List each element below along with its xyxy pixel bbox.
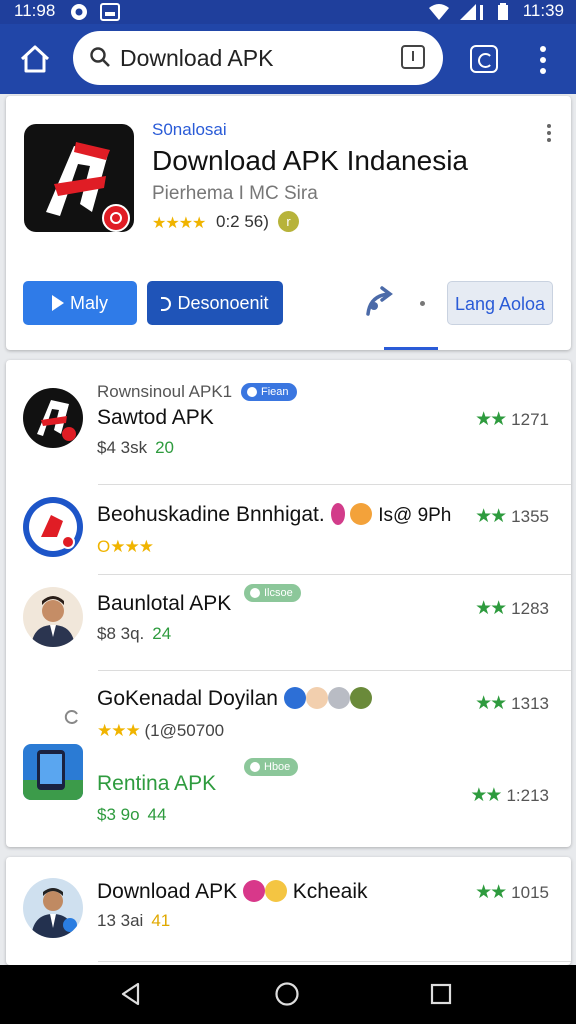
browser-toolbar: Download APK: [0, 24, 576, 94]
image-icon: [100, 3, 120, 21]
install-button[interactable]: Maly: [23, 281, 137, 325]
list-item-category: Rownsinoul APK1: [97, 382, 233, 401]
featured-app-card: S0nalosai Download APK Indanesia Pierhem…: [6, 96, 571, 350]
app-title: Download APK Indanesia: [152, 145, 468, 176]
app-logo: [23, 744, 83, 800]
list-item-score: ★★ 1015: [475, 882, 549, 903]
recents-icon[interactable]: [428, 981, 454, 1007]
status-bar: 11:98 11:39: [0, 0, 576, 24]
divider: [98, 574, 571, 575]
emoji-icon: [327, 687, 350, 709]
download-label: Desonoenit: [177, 293, 269, 313]
card-menu-icon[interactable]: [547, 124, 553, 142]
list-item-meta: $4 3sk 20: [97, 438, 175, 457]
play-icon: [51, 295, 64, 311]
app-list-secondary: Download APK Kcheaik 13 3ai 41 ★★ 1015: [6, 857, 571, 965]
download-button[interactable]: Desonoenit: [147, 281, 283, 325]
list-item-title: Download APK Kcheaik: [97, 880, 368, 903]
refresh-icon: [64, 710, 78, 724]
emoji-icon: [283, 687, 306, 709]
avatar: [23, 878, 83, 938]
system-nav-bar: [0, 965, 576, 1024]
back-icon[interactable]: [118, 981, 144, 1007]
install-label: Maly: [69, 293, 108, 313]
status-time-left: 11:98: [14, 1, 56, 20]
list-item-title: Baunlotal APK: [97, 592, 232, 615]
search-bar[interactable]: Download APK: [73, 31, 443, 85]
list-item-title: Sawtod APK: [97, 406, 214, 429]
home-icon[interactable]: [18, 42, 52, 76]
divider: [98, 961, 571, 962]
emoji-icon: [242, 880, 265, 902]
separator-dot: [420, 301, 425, 306]
list-item-title: GoKenadal Doyilan: [97, 687, 372, 711]
emoji-icon: [264, 880, 287, 902]
divider: [98, 670, 571, 671]
list-item-meta: 13 3ai 41: [97, 911, 171, 930]
status-badge: Ilcsoe: [244, 584, 301, 602]
search-query[interactable]: Download APK: [120, 45, 273, 72]
rating-count: 0:2 56): [216, 212, 269, 231]
rating-badge: r: [278, 211, 299, 232]
list-item-meta: $3 9o 44: [97, 805, 167, 824]
notification-icon: [71, 4, 87, 20]
app-logo: [23, 497, 83, 557]
app-logo[interactable]: [24, 124, 134, 232]
home-nav-icon[interactable]: [274, 981, 300, 1007]
battery-icon: [498, 3, 508, 20]
more-menu-icon[interactable]: [535, 46, 551, 74]
emoji-icon: [350, 503, 373, 525]
list-item-meta: $8 3q. 24: [97, 624, 172, 643]
emoji-icon: [349, 687, 372, 709]
language-button[interactable]: Lang Aoloa: [447, 281, 553, 325]
list-item-score: ★★ 1355: [475, 506, 549, 527]
list-item-rating: O★★★: [97, 537, 154, 556]
list-item-rating: ★★★ (1@50700: [97, 721, 225, 740]
list-item-score: ★★ 1271: [475, 409, 549, 430]
status-time-right: 11:39: [522, 1, 564, 20]
divider: [98, 484, 571, 485]
status-badge: Hboe: [244, 758, 299, 776]
list-item-score: ★★ 1313: [475, 693, 549, 714]
emoji-icon: [330, 503, 345, 525]
list-item-score: ★★ 1283: [475, 598, 549, 619]
list-item-score: ★★ 1:213: [470, 785, 549, 806]
list-item-title: Beohuskadine Bnnhigat. Is@ 9Ph: [97, 503, 452, 526]
app-subtitle: Pierhema I MC Sira: [152, 183, 318, 204]
developer-name[interactable]: S0nalosai: [152, 120, 227, 140]
app-logo: [23, 388, 83, 448]
share-icon[interactable]: [362, 284, 398, 320]
tab-indicator: [384, 347, 438, 350]
emoji-icon: [305, 687, 328, 709]
avatar: [23, 587, 83, 647]
wifi-icon: [429, 4, 449, 20]
rating-stars: ★★★★: [152, 215, 206, 232]
tab-switch-icon[interactable]: [401, 45, 425, 69]
search-icon: [90, 47, 110, 67]
app-list: Rownsinoul APK1 Fiean Sawtod APK $4 3sk 2…: [6, 360, 571, 847]
list-item-title: Rentina APK: [97, 772, 217, 795]
download-icon: [161, 297, 172, 311]
status-badge: Fiean: [241, 383, 297, 401]
signal-icon: [460, 4, 483, 20]
tabs-button[interactable]: [470, 45, 498, 73]
